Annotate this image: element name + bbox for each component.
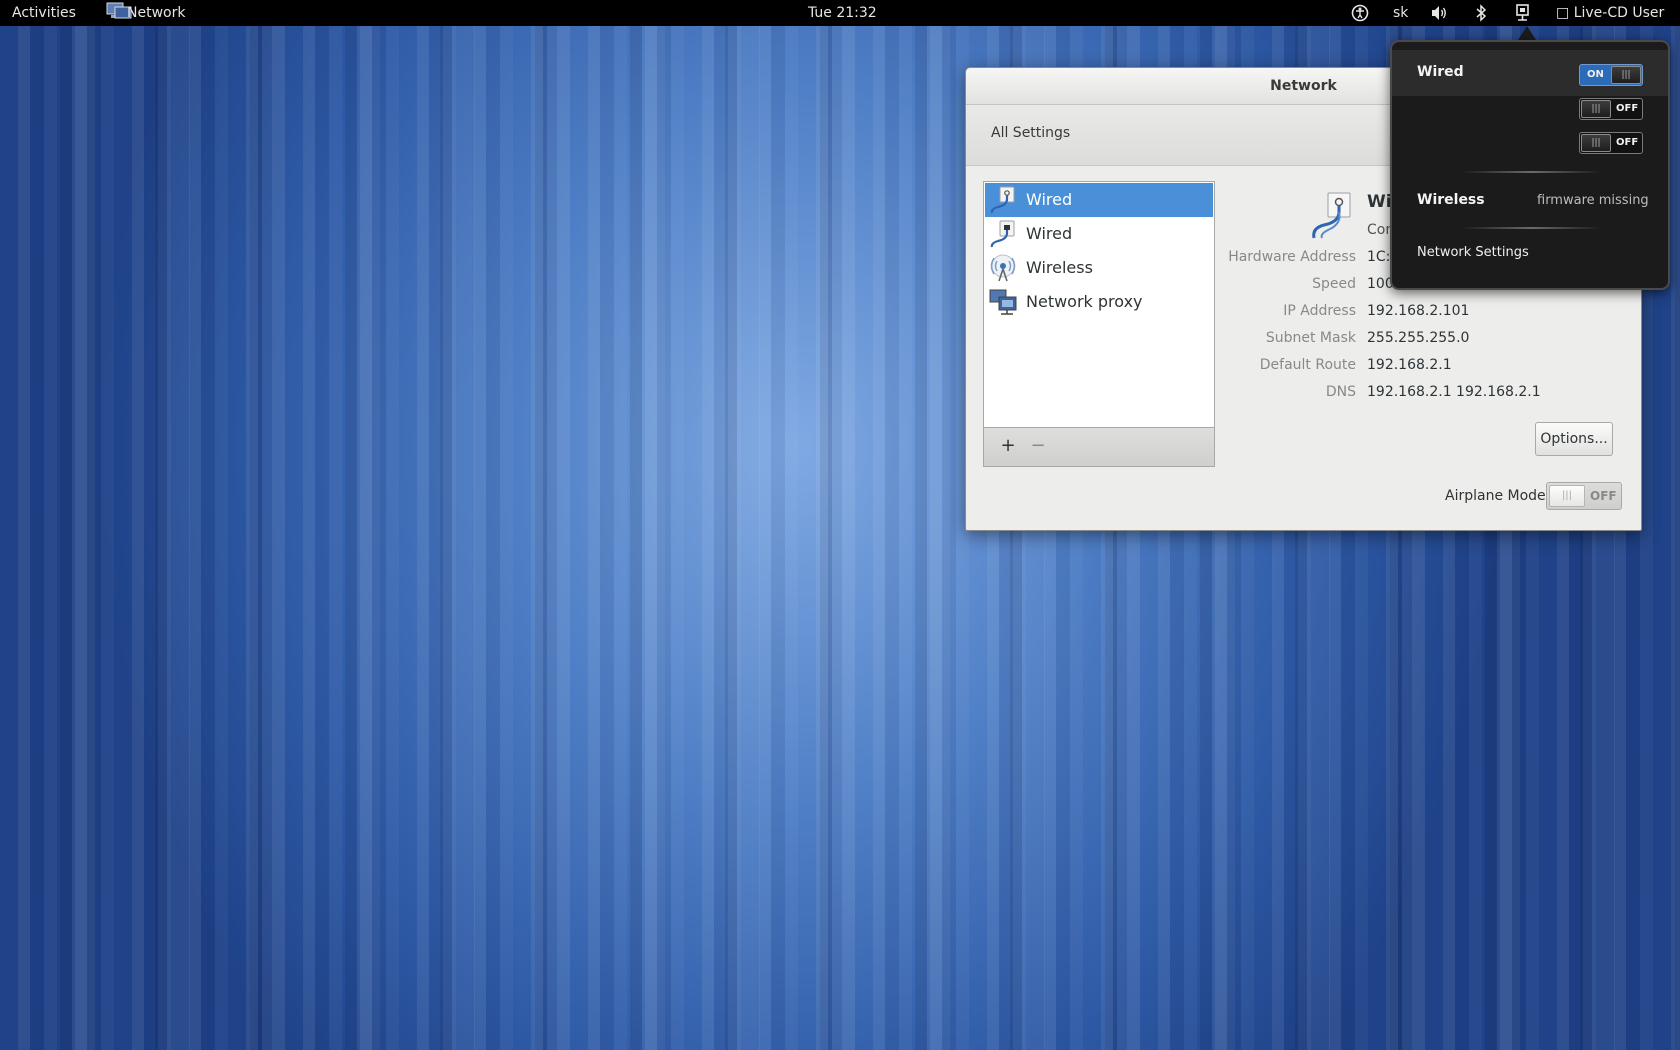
connection-list-toolbar: + − xyxy=(983,428,1215,467)
wired-device-icon xyxy=(1308,190,1358,240)
add-connection-button[interactable]: + xyxy=(996,434,1020,458)
switch-state: OFF xyxy=(1616,103,1639,114)
connection-label: Network proxy xyxy=(1026,292,1143,311)
accessibility-icon[interactable] xyxy=(1350,0,1370,26)
airplane-mode-switch[interactable]: ||| OFF xyxy=(1546,482,1622,510)
activities-button[interactable]: Activities xyxy=(12,0,76,26)
remove-connection-button[interactable]: − xyxy=(1026,434,1050,458)
switch-knob: ||| xyxy=(1611,66,1641,84)
subnet-mask-value: 255.255.255.0 xyxy=(1367,330,1470,346)
connection-item-wired-1[interactable]: Wired xyxy=(985,183,1213,217)
connection-label: Wired xyxy=(1026,224,1073,243)
switch-state: OFF xyxy=(1590,489,1617,503)
subnet-mask-label: Subnet Mask xyxy=(1265,330,1356,346)
ip-address-label: IP Address xyxy=(1283,303,1356,319)
default-route-label: Default Route xyxy=(1259,357,1356,373)
network-status-menu: Wired ON ||| ||| OFF ||| OFF Wireless fi… xyxy=(1390,40,1670,290)
default-route-value: 192.168.2.1 xyxy=(1367,357,1452,373)
hardware-address-label: Hardware Address xyxy=(1228,249,1356,265)
clock[interactable]: Tue 21:32 xyxy=(808,0,877,26)
wireless-status: firmware missing xyxy=(1537,193,1649,208)
switch-state: OFF xyxy=(1616,137,1639,148)
dns-value: 192.168.2.1 192.168.2.1 xyxy=(1367,384,1541,400)
connection-item-wired-2[interactable]: Wired xyxy=(985,217,1213,251)
network-proxy-icon xyxy=(988,287,1018,317)
menu-pointer-arrow xyxy=(1518,26,1536,40)
switch-knob: ||| xyxy=(1581,100,1611,118)
all-settings-button[interactable]: All Settings xyxy=(985,117,1076,149)
app-menu-label[interactable]: Network xyxy=(127,0,185,26)
user-menu[interactable]: □ Live-CD User xyxy=(1556,0,1664,26)
menu-wireless-label: Wireless xyxy=(1417,192,1485,208)
chat-status-icon: □ xyxy=(1556,5,1570,21)
wired-connection-icon xyxy=(988,185,1018,215)
speed-label: Speed xyxy=(1312,276,1356,292)
connection-label: Wired xyxy=(1026,190,1073,209)
connection-label: Wireless xyxy=(1026,258,1093,277)
dns-label: DNS xyxy=(1325,384,1356,400)
airplane-mode-label: Airplane Mode xyxy=(1445,488,1546,504)
switch-state: ON xyxy=(1587,69,1604,80)
menu-separator xyxy=(1462,227,1602,229)
switch-knob: ||| xyxy=(1549,485,1585,507)
volume-icon[interactable] xyxy=(1428,0,1450,26)
ip-address-value: 192.168.2.101 xyxy=(1367,303,1470,319)
menu-separator xyxy=(1462,171,1602,173)
wired-switch-3[interactable]: ||| OFF xyxy=(1579,132,1643,154)
wireless-icon xyxy=(988,253,1018,283)
options-button[interactable]: Options... xyxy=(1535,422,1613,456)
top-panel: Activities Network Tue 21:32 sk □ Live-C… xyxy=(0,0,1680,40)
network-indicator-icon[interactable] xyxy=(1512,0,1536,40)
network-settings-menu-item[interactable]: Network Settings xyxy=(1417,245,1529,260)
menu-wired-label: Wired xyxy=(1417,64,1464,80)
wired-connection-icon xyxy=(988,219,1018,249)
wired-switch-1[interactable]: ON ||| xyxy=(1579,64,1643,86)
switch-knob: ||| xyxy=(1581,134,1611,152)
user-name: Live-CD User xyxy=(1573,5,1665,21)
keyboard-layout-indicator[interactable]: sk xyxy=(1393,0,1408,26)
wired-switch-2[interactable]: ||| OFF xyxy=(1579,98,1643,120)
bluetooth-icon[interactable] xyxy=(1472,0,1490,26)
